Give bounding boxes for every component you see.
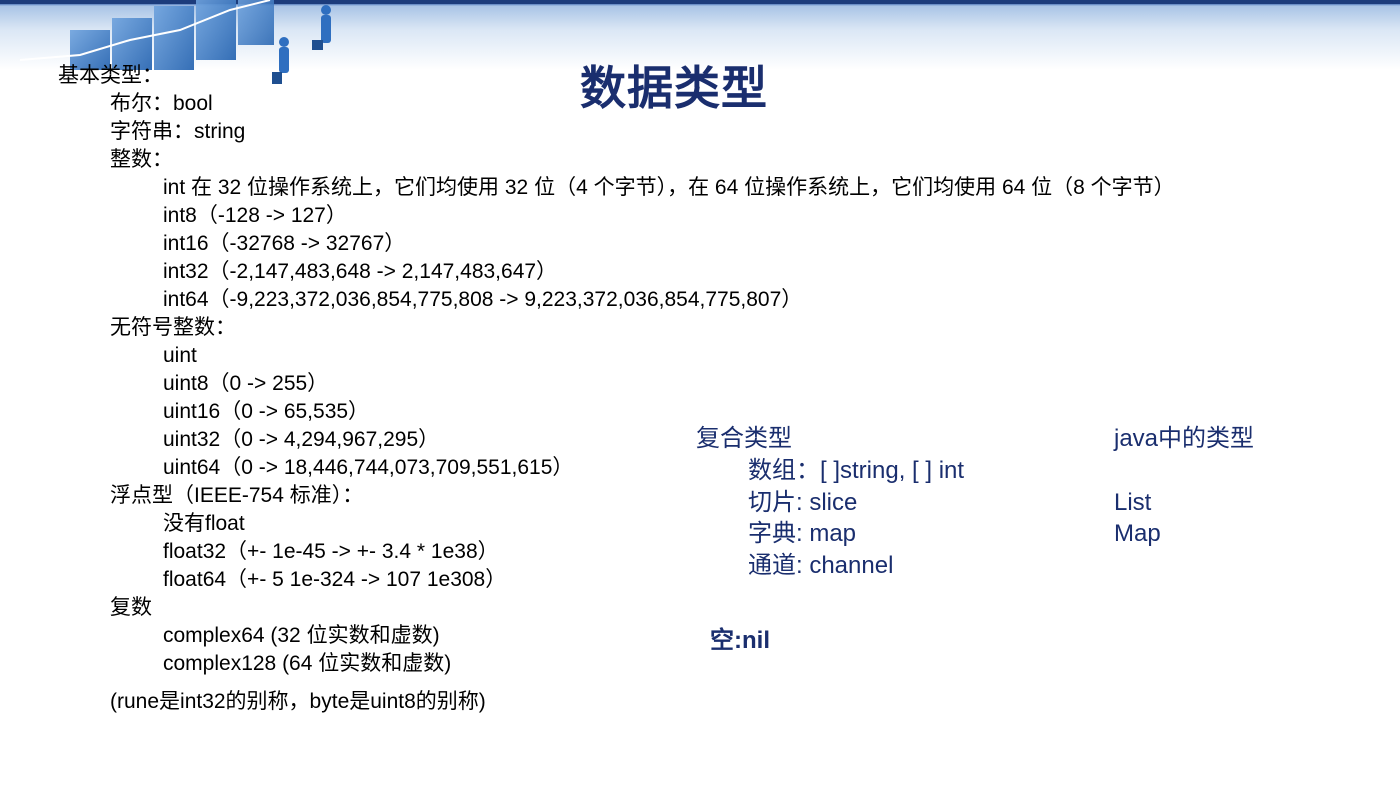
basic-types-heading: 基本类型： — [58, 64, 163, 87]
complex64-item: complex64 (32 位实数和虚数) — [163, 624, 440, 647]
uint32-item: uint32（0 -> 4,294,967,295） — [163, 428, 440, 451]
alias-note: (rune是int32的别称，byte是uint8的别称) — [110, 690, 486, 713]
complex128-item: complex128 (64 位实数和虚数) — [163, 652, 452, 675]
java-list: List — [1114, 489, 1152, 516]
float64-item: float64（+- 5 1e-324 -> 107 1e308） — [163, 568, 507, 591]
bool-type: 布尔：bool — [110, 92, 213, 115]
float-heading: 浮点型（IEEE-754 标准）： — [110, 484, 364, 507]
string-type: 字符串：string — [110, 120, 246, 143]
int8-item: int8（-128 -> 127） — [163, 204, 347, 227]
uint64-item: uint64（0 -> 18,446,744,073,709,551,615） — [163, 456, 574, 479]
uint-item: uint — [163, 344, 197, 367]
unsigned-integer-heading: 无符号整数： — [110, 316, 236, 339]
slice-type: 切片: slice — [748, 489, 858, 516]
java-map: Map — [1114, 520, 1161, 547]
integer-heading: 整数： — [110, 148, 173, 171]
int-item: int 在 32 位操作系统上，它们均使用 32 位（4 个字节），在 64 位… — [163, 176, 1175, 199]
java-heading: java中的类型 — [1114, 425, 1255, 452]
int32-item: int32（-2,147,483,648 -> 2,147,483,647） — [163, 260, 558, 283]
float32-item: float32（+- 1e-45 -> +- 3.4 * 1e38） — [163, 540, 499, 563]
uint8-item: uint8（0 -> 255） — [163, 372, 329, 395]
int16-item: int16（-32768 -> 32767） — [163, 232, 406, 255]
array-type: 数组：[ ]string, [ ] int — [748, 457, 965, 484]
uint16-item: uint16（0 -> 65,535） — [163, 400, 370, 423]
map-type: 字典: map — [748, 520, 857, 547]
int64-item: int64（-9,223,372,036,854,775,808 -> 9,22… — [163, 288, 803, 311]
complex-heading: 复数 — [110, 596, 152, 619]
nil-type: 空:nil — [710, 627, 770, 654]
composite-heading: 复合类型 — [696, 425, 792, 452]
no-float-item: 没有float — [163, 512, 245, 535]
channel-type: 通道: channel — [748, 552, 894, 579]
